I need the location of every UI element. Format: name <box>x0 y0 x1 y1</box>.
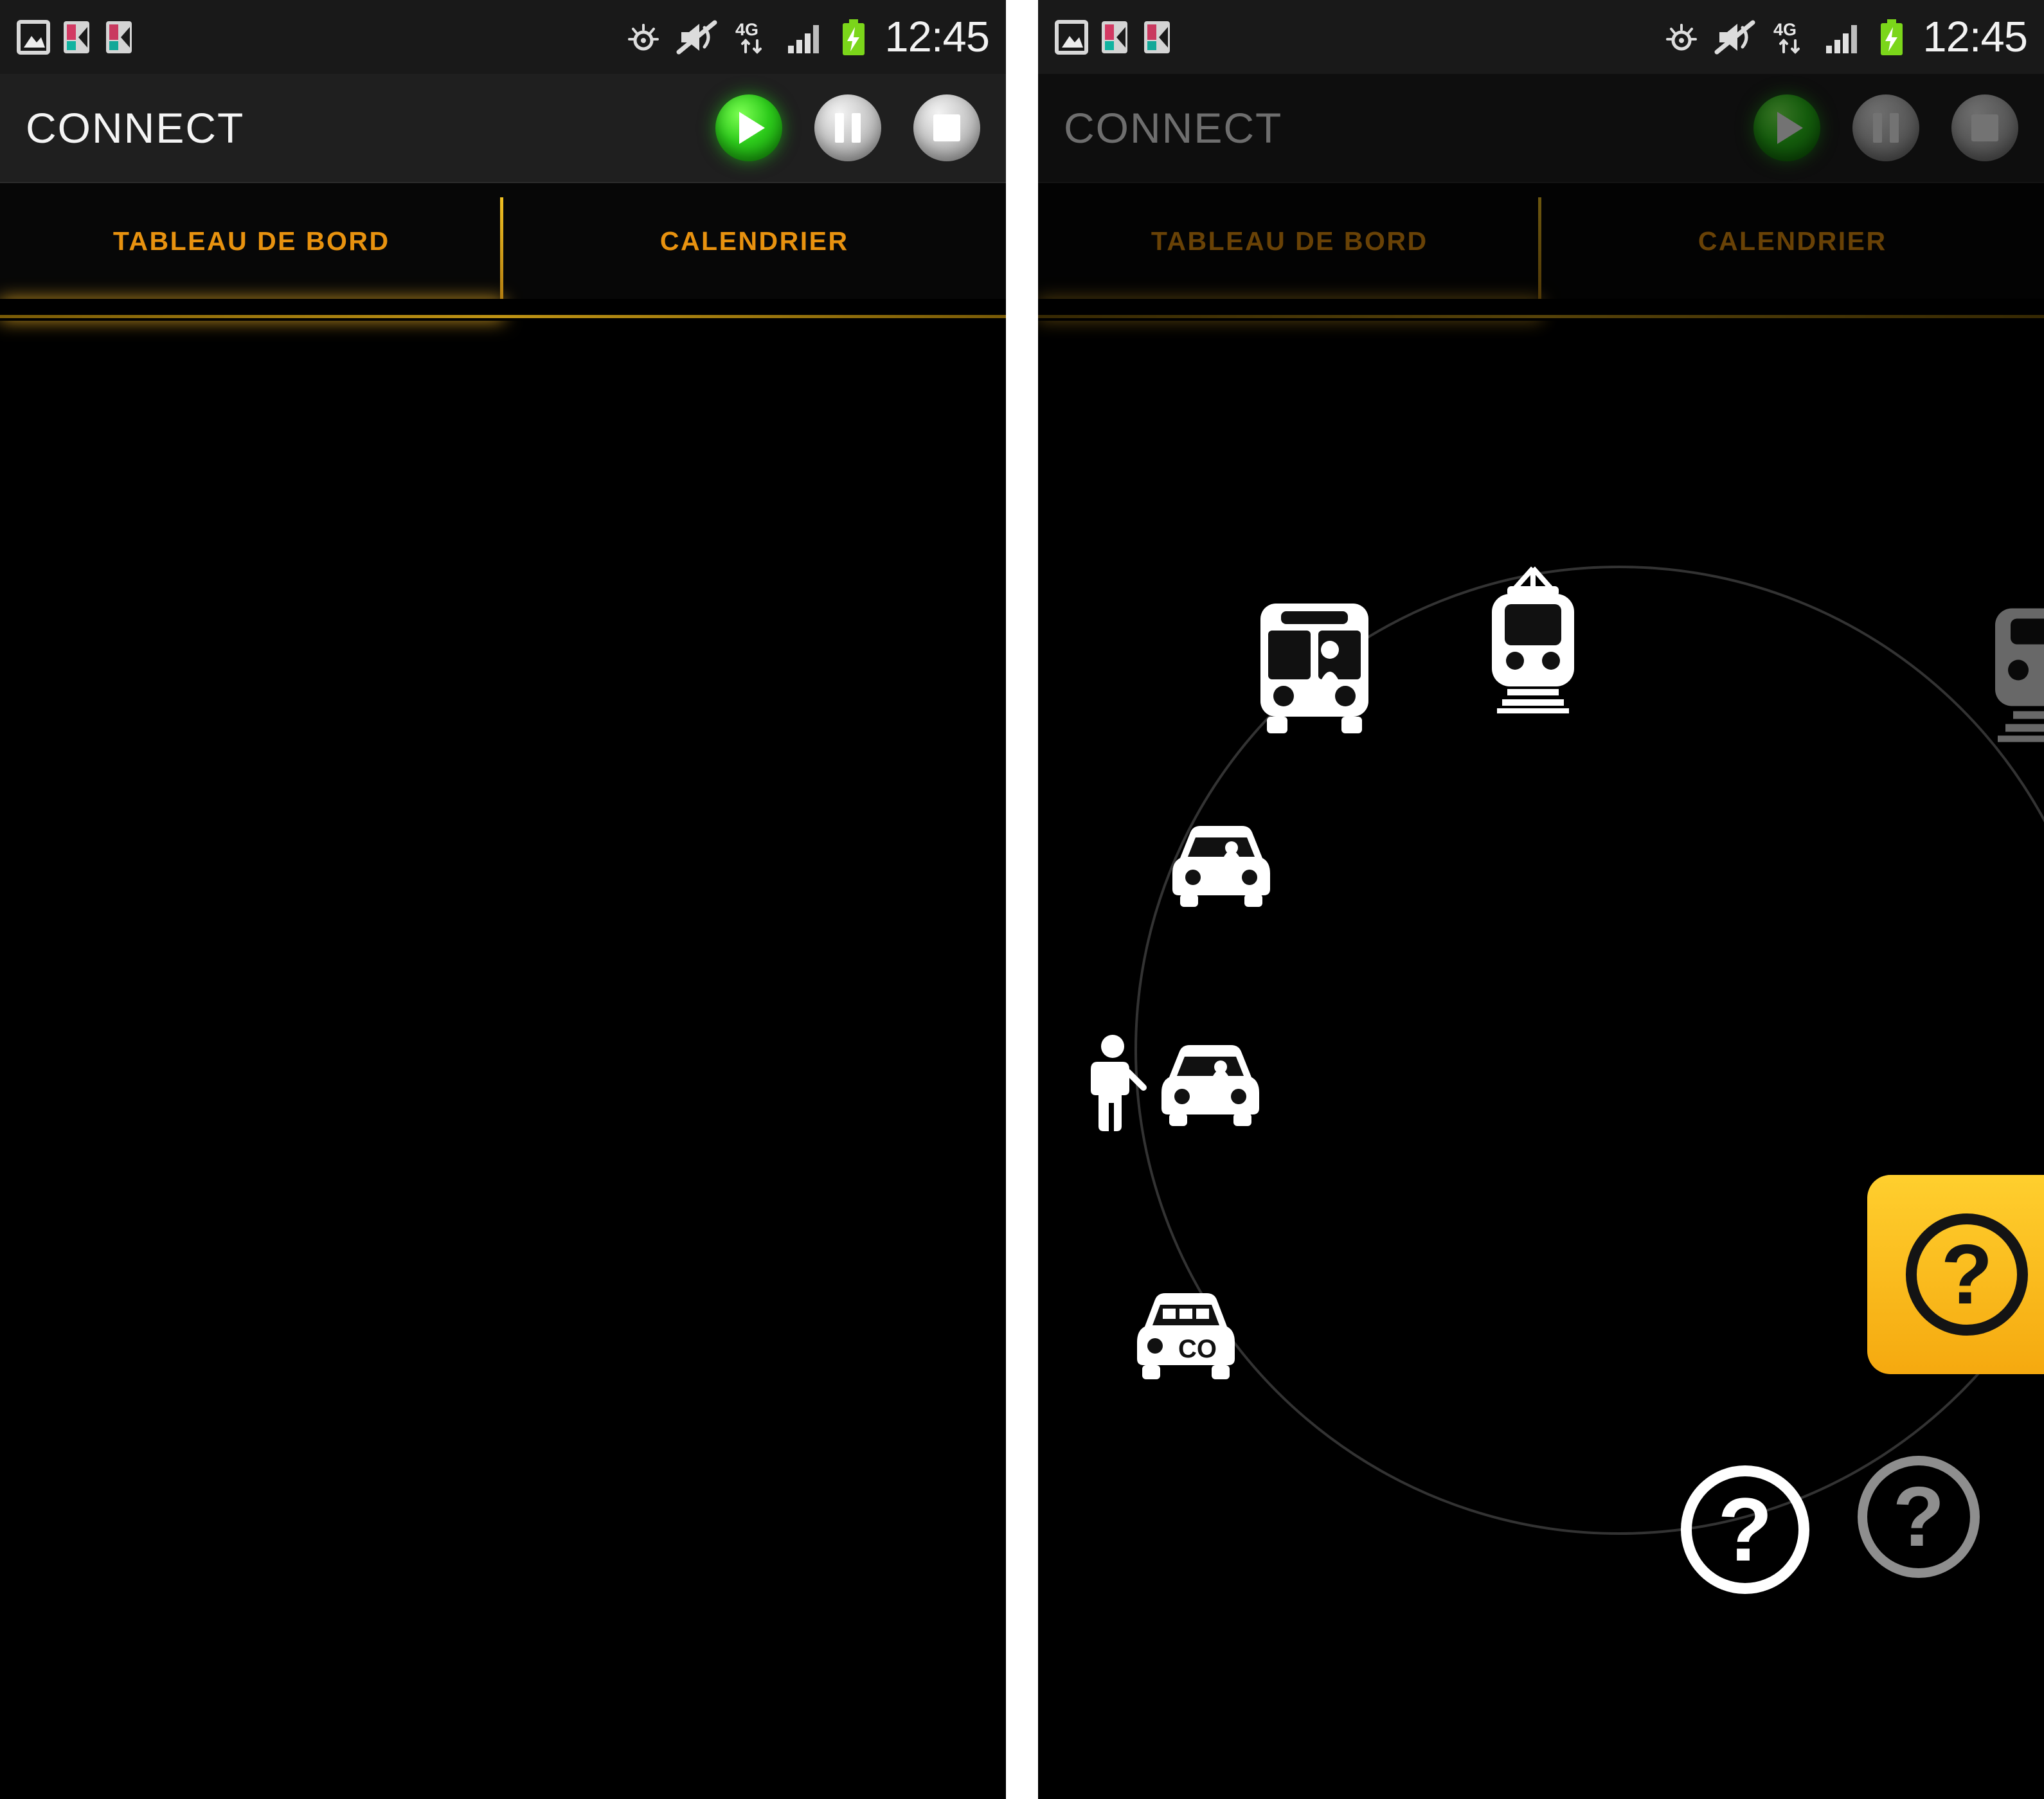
signal-bars-icon <box>788 24 820 53</box>
battery-charging-icon <box>843 19 865 55</box>
app-notification-icon-2 <box>1144 21 1170 53</box>
carsharing-co-label: CO <box>1178 1335 1217 1363</box>
taxi-pedestrian-icon[interactable] <box>1089 1028 1269 1131</box>
question-mark-grey-icon[interactable]: ? <box>1858 1456 1980 1578</box>
play-button[interactable] <box>715 94 782 161</box>
tram-icon[interactable] <box>1469 566 1597 713</box>
tab-bottom-rule <box>1038 299 2044 321</box>
tab-tableau-de-bord[interactable]: TABLEAU DE BORD <box>1038 183 1541 321</box>
pause-button[interactable] <box>1852 94 1919 161</box>
carsharing-co-icon[interactable]: CO <box>1122 1285 1250 1382</box>
status-bar-left-icons <box>17 19 135 55</box>
tab-calendrier[interactable]: CALENDRIER <box>503 183 1007 299</box>
picker-guide-arc <box>1134 566 2044 1535</box>
question-mark-selected-icon: ? <box>1906 1213 2028 1336</box>
battery-charging-icon <box>1881 19 1903 55</box>
tab-tableau-de-bord[interactable]: TABLEAU DE BORD <box>0 183 503 321</box>
gallery-icon <box>17 19 50 55</box>
stop-icon <box>933 114 960 141</box>
alarm-eye-icon <box>1666 23 1698 50</box>
alarm-eye-icon <box>628 23 659 50</box>
tab-bottom-rule <box>0 299 1006 321</box>
tab-tableau-de-bord-label: TABLEAU DE BORD <box>1151 226 1428 256</box>
panel-gap <box>1006 0 1038 1799</box>
action-bar: CONNECT <box>0 74 1006 183</box>
status-bar-right-right-icons: 4G 12:45 <box>1663 13 2028 61</box>
tab-bar: TABLEAU DE BORD CALENDRIER <box>1038 183 2044 321</box>
stop-button[interactable] <box>1951 94 2018 161</box>
svg-text:4G: 4G <box>1773 20 1797 39</box>
tab-calendrier-label: CALENDRIER <box>659 226 849 256</box>
mute-icon <box>676 20 717 54</box>
question-mark-selected-button[interactable]: ? <box>1867 1175 2044 1374</box>
status-bar-clock: 12:45 <box>884 13 990 61</box>
pause-icon <box>835 113 861 143</box>
pause-icon <box>1873 113 1899 143</box>
app-title: CONNECT <box>26 104 245 152</box>
status-bar: 4G 12:45 <box>0 0 1006 74</box>
app-title: CONNECT <box>1064 104 1283 152</box>
play-icon <box>1777 112 1803 144</box>
tab-tableau-de-bord-label: TABLEAU DE BORD <box>112 226 390 256</box>
4g-data-icon: 4G <box>735 20 762 54</box>
action-bar: CONNECT <box>1038 74 2044 183</box>
question-mark-selected-glyph: ? <box>1941 1227 1993 1321</box>
transport-controls <box>715 94 980 161</box>
play-button[interactable] <box>1753 94 1820 161</box>
mute-icon <box>1714 20 1755 54</box>
svg-text:4G: 4G <box>735 20 758 39</box>
train-icon[interactable] <box>1980 598 2044 742</box>
question-mark-white-icon[interactable]: ? <box>1681 1465 1809 1594</box>
question-mark-white-glyph: ? <box>1717 1479 1773 1580</box>
status-bar-right-left-icons <box>1055 19 1173 55</box>
4g-data-icon: 4G <box>1773 20 1800 54</box>
gallery-icon <box>1055 19 1088 55</box>
phone-panel-right: 4G 12:45 CONNECT TABLEAU DE BORD CALENDR… <box>1038 0 2044 1799</box>
stop-button[interactable] <box>913 94 980 161</box>
question-mark-grey-glyph: ? <box>1892 1469 1945 1564</box>
play-icon <box>739 112 765 144</box>
bus-icon[interactable] <box>1250 601 1379 736</box>
status-bar-clock: 12:45 <box>1923 13 2028 61</box>
tab-calendrier-label: CALENDRIER <box>1698 226 1887 256</box>
tab-calendrier[interactable]: CALENDRIER <box>1541 183 2044 299</box>
phone-panel-left: 4G 12:45 CONNECT TABLEAU DE BORD CALENDR… <box>0 0 1006 1799</box>
status-bar-right-icons: 4G 12:45 <box>625 13 990 61</box>
app-notification-icon <box>1102 21 1127 53</box>
signal-bars-icon <box>1826 24 1858 53</box>
app-notification-icon <box>64 21 89 53</box>
car-icon[interactable] <box>1157 819 1286 909</box>
transport-controls <box>1753 94 2018 161</box>
stop-icon <box>1971 114 1998 141</box>
pause-button[interactable] <box>814 94 881 161</box>
screenshot-stage: 4G 12:45 CONNECT TABLEAU DE BORD CALENDR… <box>0 0 2044 1799</box>
app-notification-icon-2 <box>106 21 132 53</box>
status-bar-right: 4G 12:45 <box>1038 0 2044 74</box>
tab-bar: TABLEAU DE BORD CALENDRIER <box>0 183 1007 321</box>
